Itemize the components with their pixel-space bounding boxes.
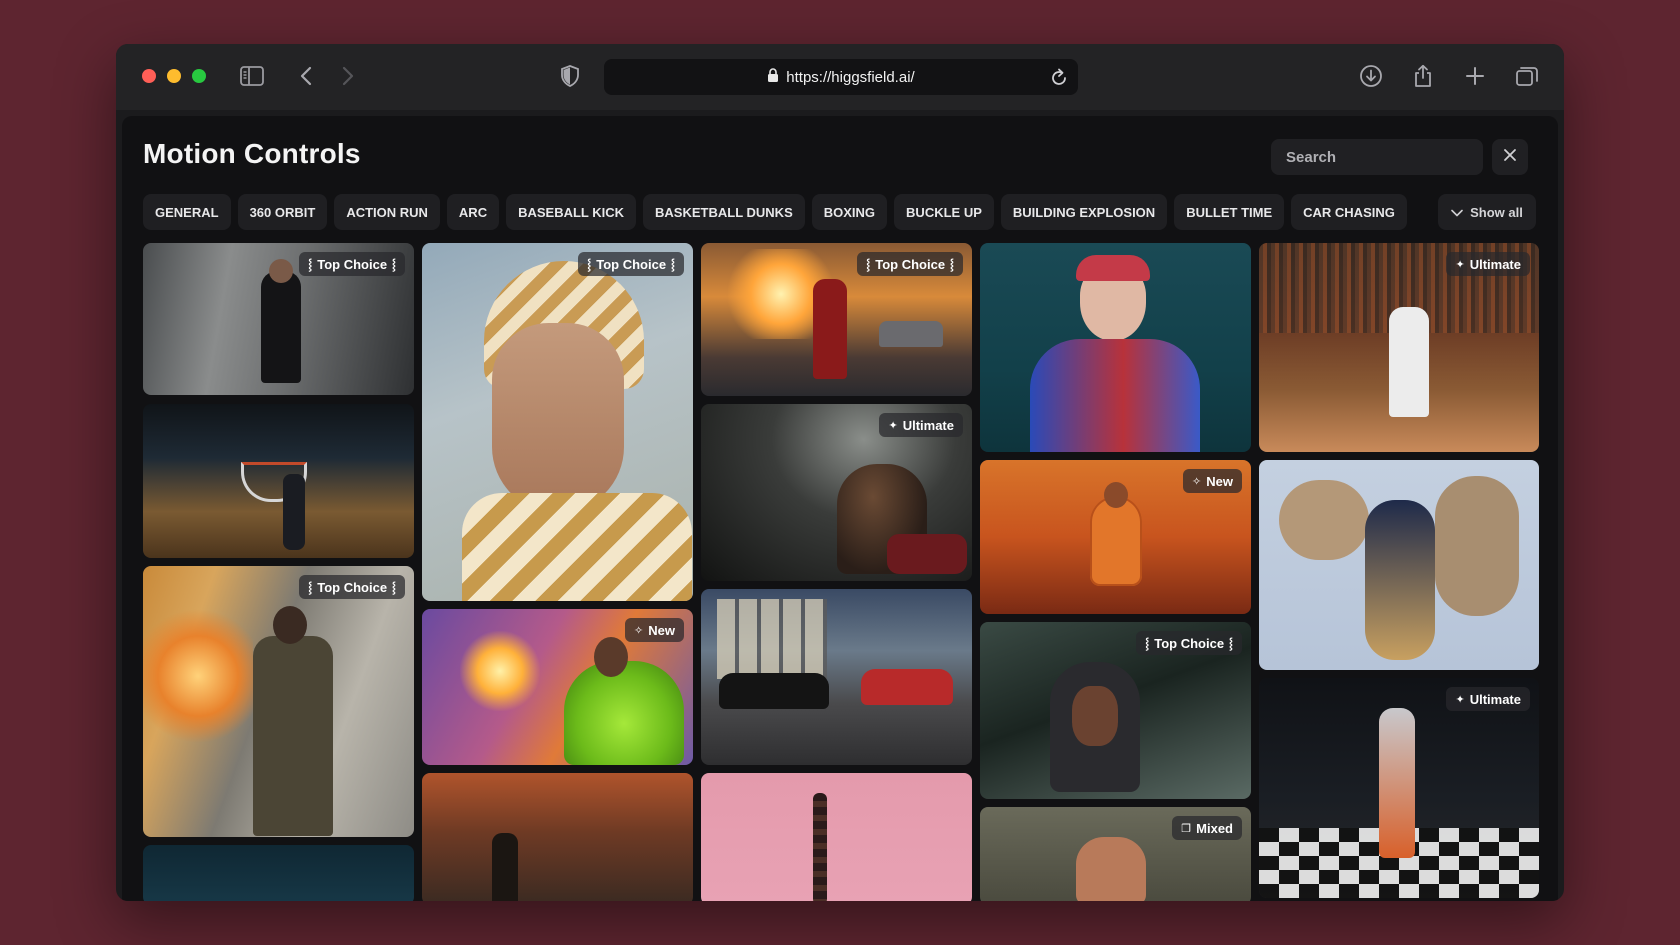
- motion-thumbnail[interactable]: ✦ Ultimate: [701, 404, 972, 581]
- new-badge: ✧ New: [1183, 469, 1242, 493]
- top-choice-badge: ⸾ Top Choice ⸾: [1136, 631, 1242, 655]
- badge-label: Top Choice: [875, 256, 946, 272]
- close-window-button[interactable]: [142, 69, 156, 83]
- address-bar[interactable]: https://higgsfield.ai/: [604, 59, 1078, 95]
- category-chip[interactable]: BASEBALL KICK: [506, 194, 637, 230]
- category-chip[interactable]: BULLET TIME: [1174, 194, 1285, 230]
- motion-thumbnail[interactable]: ✧ New: [422, 609, 693, 765]
- star-icon: ✦: [1455, 693, 1465, 706]
- category-chips: GENERAL 360 ORBIT ACTION RUN ARC BASEBAL…: [143, 194, 1407, 230]
- ultimate-badge: ✦ Ultimate: [1446, 252, 1530, 276]
- laurel-icon: ⸾: [392, 581, 396, 594]
- chevron-down-icon: [1451, 205, 1463, 220]
- search-input[interactable]: [1271, 139, 1483, 175]
- page-title: Motion Controls: [143, 138, 361, 169]
- sidebar-icon[interactable]: [238, 62, 266, 90]
- laurel-icon: ⸾: [308, 581, 313, 594]
- laurel-icon: ⸾: [1229, 637, 1233, 650]
- motion-controls-panel: Motion Controls GENERAL 360 ORBIT ACTION…: [122, 116, 1558, 901]
- ultimate-badge: ✦ Ultimate: [1446, 687, 1530, 711]
- mixed-badge: ❐ Mixed: [1172, 816, 1242, 840]
- category-chip[interactable]: BOXING: [811, 194, 888, 230]
- top-choice-badge: ⸾ Top Choice ⸾: [299, 252, 405, 276]
- laurel-icon: ⸾: [950, 258, 954, 271]
- badge-label: Top Choice: [317, 579, 388, 595]
- laurel-icon: ⸾: [308, 258, 313, 271]
- close-icon: [1503, 148, 1517, 167]
- motion-thumbnail[interactable]: ⸾ Top Choice ⸾: [143, 566, 414, 837]
- new-badge: ✧ New: [625, 618, 684, 642]
- browser-window: https://higgsfield.ai/ Motion Controls G…: [116, 44, 1564, 901]
- star-icon: ✦: [888, 419, 898, 432]
- forward-icon[interactable]: [334, 62, 362, 90]
- category-chip[interactable]: ACTION RUN: [334, 194, 440, 230]
- motion-thumbnail[interactable]: ⸾ Top Choice ⸾: [422, 243, 693, 601]
- back-icon[interactable]: [292, 62, 320, 90]
- show-all-label: Show all: [1470, 204, 1523, 220]
- category-chip[interactable]: BUILDING EXPLOSION: [1000, 194, 1168, 230]
- badge-label: Mixed: [1196, 820, 1233, 836]
- reload-icon[interactable]: [1050, 67, 1068, 91]
- browser-toolbar: https://higgsfield.ai/: [116, 44, 1564, 110]
- top-choice-badge: ⸾ Top Choice ⸾: [299, 575, 405, 599]
- motion-thumbnail[interactable]: [143, 404, 414, 558]
- category-chip[interactable]: 360 ORBIT: [237, 194, 328, 230]
- motion-thumbnail[interactable]: ✦ Ultimate: [1259, 678, 1539, 898]
- close-panel-button[interactable]: [1492, 139, 1528, 175]
- motion-thumbnail[interactable]: [1259, 460, 1539, 670]
- show-all-button[interactable]: Show all: [1438, 194, 1536, 230]
- motion-thumbnail[interactable]: ✦ Ultimate: [1259, 243, 1539, 452]
- url-text: https://higgsfield.ai/: [786, 68, 915, 86]
- laurel-icon: ⸾: [866, 258, 871, 271]
- sparkle-icon: ✧: [1192, 475, 1202, 488]
- shield-icon[interactable]: [556, 62, 584, 90]
- motion-thumbnail[interactable]: ❐ Mixed: [980, 807, 1251, 901]
- badge-label: New: [1206, 473, 1233, 489]
- motion-thumbnail[interactable]: [143, 845, 414, 901]
- badge-label: Top Choice: [1154, 635, 1225, 651]
- badge-label: Ultimate: [1469, 256, 1521, 272]
- badge-label: Top Choice: [317, 256, 388, 272]
- motion-thumbnail[interactable]: ✧ New: [980, 460, 1251, 614]
- badge-label: Ultimate: [902, 417, 954, 433]
- laurel-icon: ⸾: [392, 258, 396, 271]
- badge-label: Top Choice: [596, 256, 667, 272]
- motion-thumbnail[interactable]: ⸾ Top Choice ⸾: [701, 243, 972, 396]
- motion-thumbnail[interactable]: [701, 589, 972, 765]
- motion-thumbnail[interactable]: [980, 243, 1251, 452]
- category-chip[interactable]: GENERAL: [143, 194, 231, 230]
- download-icon[interactable]: [1357, 62, 1385, 90]
- star-icon: ✦: [1455, 258, 1465, 271]
- category-chip[interactable]: ARC: [446, 194, 500, 230]
- motion-thumbnail[interactable]: ⸾ Top Choice ⸾: [143, 243, 414, 395]
- top-choice-badge: ⸾ Top Choice ⸾: [857, 252, 963, 276]
- share-icon[interactable]: [1409, 62, 1437, 90]
- laurel-icon: ⸾: [671, 258, 675, 271]
- tabs-overview-icon[interactable]: [1513, 62, 1541, 90]
- lock-icon: [767, 67, 779, 87]
- copy-icon: ❐: [1181, 822, 1192, 835]
- badge-label: Ultimate: [1469, 691, 1521, 707]
- laurel-icon: ⸾: [1145, 637, 1150, 650]
- motion-thumbnail[interactable]: [422, 773, 693, 901]
- zoom-window-button[interactable]: [192, 69, 206, 83]
- category-chip[interactable]: CAR CHASING: [1291, 194, 1407, 230]
- badge-label: New: [648, 622, 675, 638]
- motion-thumbnail[interactable]: ⸾ Top Choice ⸾: [980, 622, 1251, 799]
- top-choice-badge: ⸾ Top Choice ⸾: [578, 252, 684, 276]
- new-tab-icon[interactable]: [1461, 62, 1489, 90]
- category-chip[interactable]: BASKETBALL DUNKS: [643, 194, 805, 230]
- motion-thumbnail[interactable]: [701, 773, 972, 901]
- ultimate-badge: ✦ Ultimate: [879, 413, 963, 437]
- sparkle-icon: ✧: [634, 624, 644, 637]
- laurel-icon: ⸾: [587, 258, 592, 271]
- category-chip[interactable]: BUCKLE UP: [894, 194, 994, 230]
- minimize-window-button[interactable]: [167, 69, 181, 83]
